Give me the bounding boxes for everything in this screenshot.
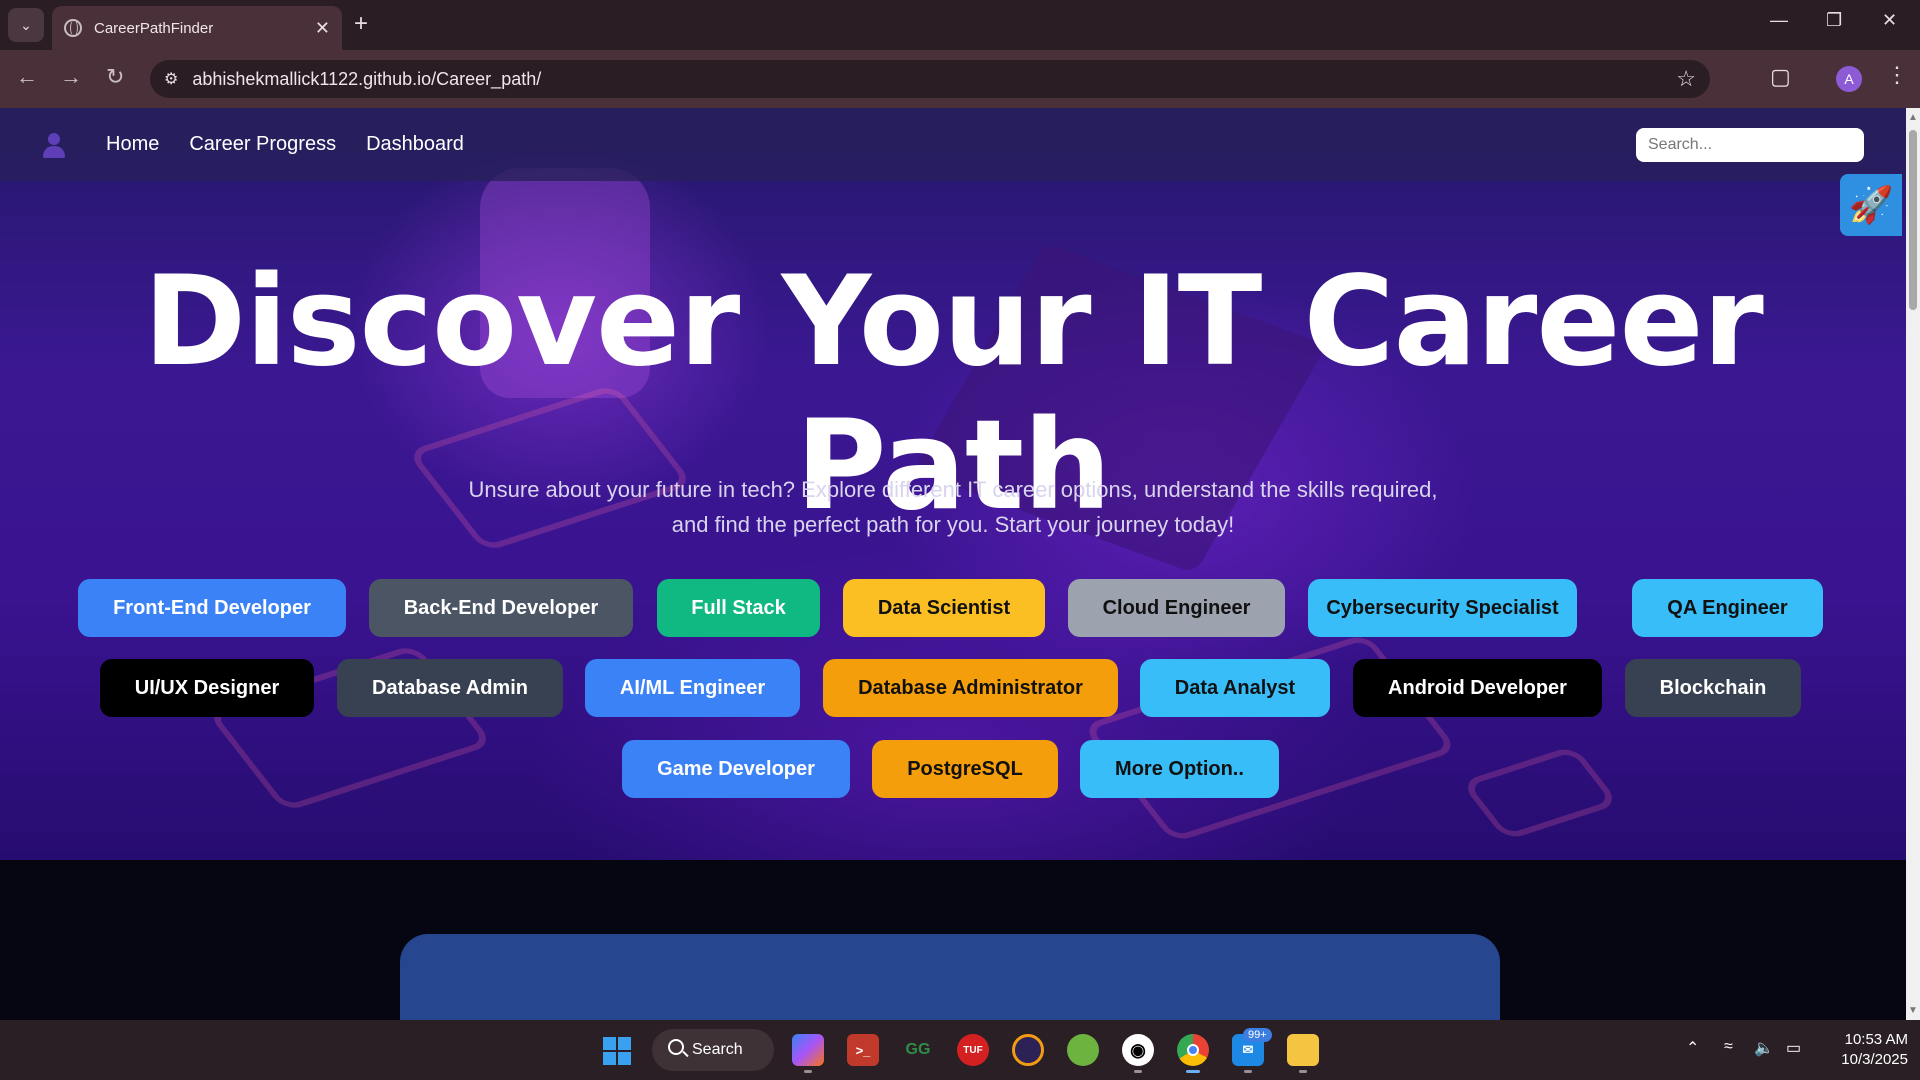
- career-button-qa-engineer[interactable]: QA Engineer: [1632, 579, 1823, 637]
- windows-taskbar: Search >_ GG TUF ◉ ✉ 99+ ⌃ ≈ 🔈 ▭ 10:53 A…: [0, 1020, 1920, 1080]
- nav-link-dashboard[interactable]: Dashboard: [366, 133, 464, 156]
- running-indicator: [804, 1070, 812, 1073]
- site-info-icon[interactable]: ⚙: [164, 69, 178, 89]
- eclipse-icon[interactable]: [1012, 1034, 1044, 1066]
- address-bar[interactable]: ⚙ abhishekmallick1122.github.io/Career_p…: [150, 60, 1710, 98]
- globe-icon: [64, 19, 82, 37]
- wifi-icon[interactable]: ≈: [1724, 1038, 1733, 1056]
- back-icon[interactable]: ←: [16, 64, 38, 90]
- clock-time: 10:53 AM: [1844, 1031, 1908, 1048]
- career-button-front-end-developer[interactable]: Front-End Developer: [78, 579, 346, 637]
- minimize-icon[interactable]: —: [1770, 10, 1788, 31]
- nav-link-career-progress[interactable]: Career Progress: [189, 133, 336, 156]
- site-navbar: Home Career Progress Dashboard: [0, 108, 1906, 181]
- career-button-ui-ux-designer[interactable]: UI/UX Designer: [100, 659, 314, 717]
- career-button-ai-ml-engineer[interactable]: AI/ML Engineer: [585, 659, 800, 717]
- career-button-data-scientist[interactable]: Data Scientist: [843, 579, 1045, 637]
- forward-icon[interactable]: →: [60, 64, 82, 90]
- clock-date: 10/3/2025: [1841, 1051, 1908, 1068]
- battery-icon[interactable]: ▭: [1786, 1038, 1801, 1058]
- copilot-icon[interactable]: [792, 1034, 824, 1066]
- extensions-icon[interactable]: ▢: [1770, 64, 1791, 90]
- career-button-full-stack[interactable]: Full Stack: [657, 579, 820, 637]
- windows-start-icon[interactable]: [603, 1037, 631, 1065]
- scroll-up-arrow-icon[interactable]: ▲: [1908, 112, 1918, 123]
- site-search-input[interactable]: [1636, 128, 1864, 162]
- rocket-icon[interactable]: 🚀: [1840, 174, 1902, 236]
- bookmark-star-icon[interactable]: ☆: [1676, 66, 1696, 92]
- running-indicator: [1134, 1070, 1142, 1073]
- career-button-android-developer[interactable]: Android Developer: [1353, 659, 1602, 717]
- taskbar-search-label: Search: [692, 1041, 743, 1058]
- nav-link-home[interactable]: Home: [106, 133, 159, 156]
- running-indicator: [1299, 1070, 1307, 1073]
- hero-subtitle: Unsure about your future in tech? Explor…: [468, 477, 1438, 537]
- active-indicator: [1186, 1070, 1200, 1073]
- career-button-database-administrator[interactable]: Database Administrator: [823, 659, 1118, 717]
- browser-menu-icon[interactable]: ⋮: [1886, 62, 1908, 88]
- show-hidden-icons-chevron-icon[interactable]: ⌃: [1686, 1038, 1699, 1058]
- hero-section: Discover Your IT Career Path Unsure abou…: [0, 108, 1906, 860]
- profile-avatar[interactable]: A: [1836, 66, 1862, 92]
- scrollbar-thumb[interactable]: [1909, 130, 1917, 310]
- content-card: [400, 934, 1500, 1020]
- career-button-blockchain[interactable]: Blockchain: [1625, 659, 1801, 717]
- search-icon: [668, 1039, 684, 1055]
- page-scrollbar[interactable]: ▲ ▼: [1906, 108, 1920, 1020]
- browser-tab-bar: ⌄ CareerPathFinder ✕ + — ❐ ✕: [0, 0, 1920, 50]
- url-text: abhishekmallick1122.github.io/Career_pat…: [192, 68, 542, 89]
- terminal-icon[interactable]: >_: [847, 1034, 879, 1066]
- user-icon[interactable]: [40, 131, 68, 159]
- scroll-down-arrow-icon[interactable]: ▼: [1908, 1005, 1918, 1016]
- reload-icon[interactable]: ↻: [106, 64, 124, 90]
- running-indicator: [1244, 1070, 1252, 1073]
- career-button-more-options[interactable]: More Option..: [1080, 740, 1279, 798]
- notification-badge: 99+: [1243, 1028, 1272, 1042]
- browser-tab[interactable]: CareerPathFinder ✕: [52, 6, 342, 50]
- tuf-icon[interactable]: TUF: [957, 1034, 989, 1066]
- career-button-postgresql[interactable]: PostgreSQL: [872, 740, 1058, 798]
- career-button-cloud-engineer[interactable]: Cloud Engineer: [1068, 579, 1285, 637]
- close-window-icon[interactable]: ✕: [1882, 10, 1897, 31]
- tab-title: CareerPathFinder: [94, 19, 214, 37]
- file-explorer-icon[interactable]: [1287, 1034, 1319, 1066]
- new-tab-button[interactable]: +: [354, 10, 368, 38]
- volume-icon[interactable]: 🔈: [1754, 1038, 1774, 1058]
- career-button-back-end-developer[interactable]: Back-End Developer: [369, 579, 633, 637]
- geeksforgeeks-icon[interactable]: GG: [902, 1034, 934, 1066]
- system-clock[interactable]: 10:53 AM 10/3/2025: [1818, 1030, 1908, 1070]
- taskbar-search[interactable]: Search: [652, 1029, 774, 1071]
- career-button-game-developer[interactable]: Game Developer: [622, 740, 850, 798]
- page-viewport: Discover Your IT Career Path Unsure abou…: [0, 108, 1906, 1020]
- restore-icon[interactable]: ❐: [1826, 10, 1842, 31]
- close-tab-icon[interactable]: ✕: [315, 18, 330, 39]
- career-button-database-admin[interactable]: Database Admin: [337, 659, 563, 717]
- tab-search-menu-button[interactable]: ⌄: [8, 8, 44, 42]
- chrome-icon[interactable]: [1177, 1034, 1209, 1066]
- github-icon[interactable]: ◉: [1122, 1034, 1154, 1066]
- background-decoration: [1460, 745, 1620, 841]
- career-button-cybersecurity-specialist[interactable]: Cybersecurity Specialist: [1308, 579, 1577, 637]
- career-button-data-analyst[interactable]: Data Analyst: [1140, 659, 1330, 717]
- spring-icon[interactable]: [1067, 1034, 1099, 1066]
- browser-toolbar: ← → ↻ ⚙ abhishekmallick1122.github.io/Ca…: [0, 50, 1920, 108]
